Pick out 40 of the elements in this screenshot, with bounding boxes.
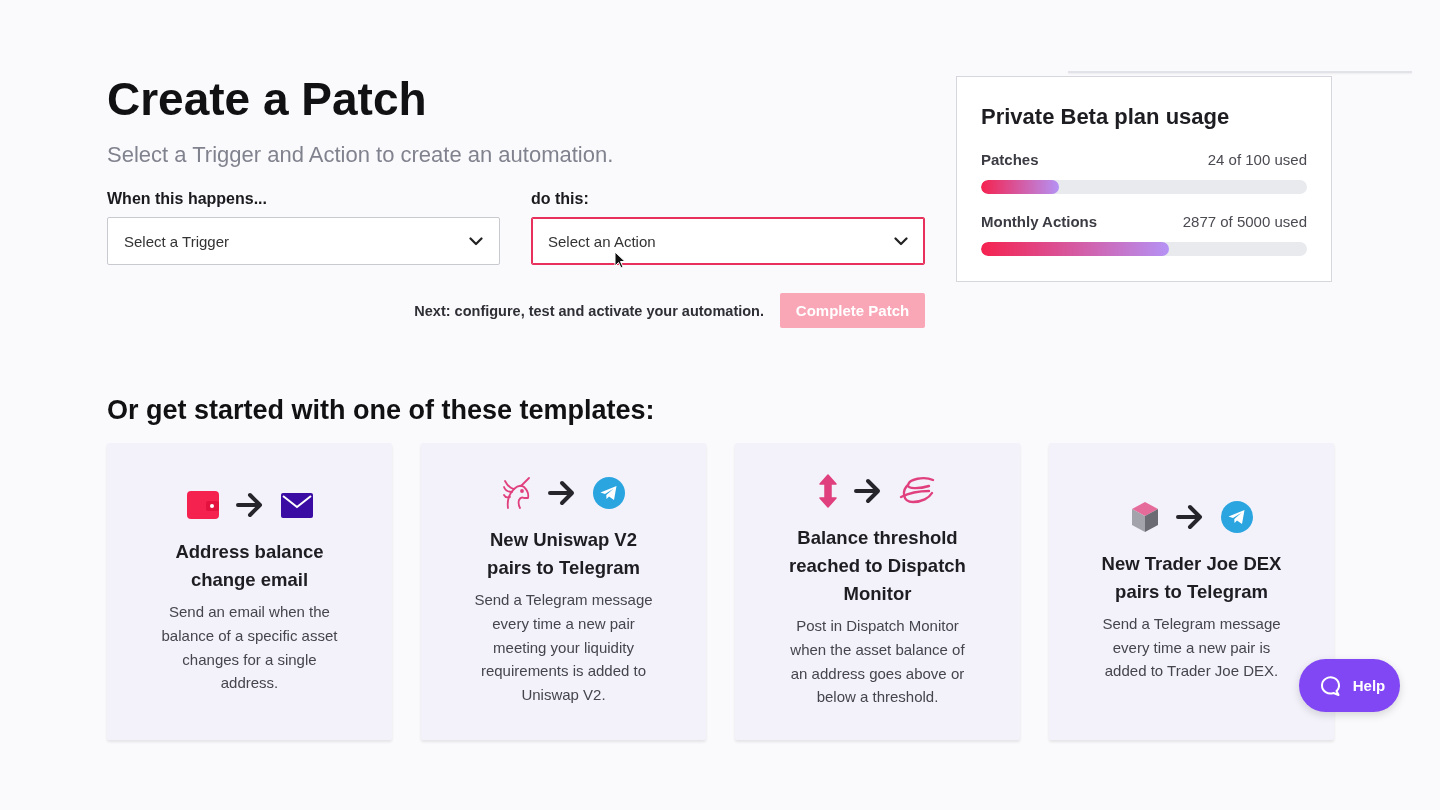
meter-reading: 2877 of 5000 used <box>1182 212 1307 232</box>
template-card[interactable]: New Uniswap V2 pairs to Telegram Send a Telegram message every time a new pair meeting your liquidity requirements is added to Uniswap V2. <box>421 443 706 740</box>
next-step-hint: Next: configure, test and activate your automation. <box>414 302 764 319</box>
template-title: Balance threshold reached to Dispatch Monitor <box>788 526 967 607</box>
arrow-right-icon <box>853 478 882 505</box>
pointer-cursor-icon <box>614 251 626 269</box>
field-label: do this: <box>531 189 589 209</box>
help-button[interactable]: Help <box>1299 659 1400 712</box>
field-label: When this happens... <box>107 189 267 209</box>
select-dropdown[interactable]: Select a Trigger <box>107 217 500 265</box>
meter-label: Patches <box>981 150 1039 170</box>
up-down-arrow-icon <box>818 474 837 509</box>
template-title: Address balance change email <box>174 540 325 593</box>
template-description: Send an email when the balance of a specific asset changes for a single address. <box>160 602 339 694</box>
page-title: Create a Patch <box>107 72 427 127</box>
cube-icon <box>1130 500 1159 533</box>
paper-plane-icon <box>1220 500 1253 533</box>
chevron-down-icon <box>894 236 908 246</box>
template-card[interactable]: Address balance change email Send an email when the balance of a specific asset changes for a single address. <box>107 443 392 740</box>
arrow-right-icon <box>235 492 264 519</box>
paper-plane-icon <box>592 477 625 510</box>
section-heading: Or get started with one of these templates: <box>107 394 655 427</box>
envelope-icon <box>280 492 313 518</box>
wallet-icon <box>186 491 219 520</box>
unicorn-icon <box>502 477 531 510</box>
template-description: Post in Dispatch Monitor when the asset balance of an address goes above or below a threshold. <box>789 616 966 708</box>
template-description: Send a Telegram message every time a new pair meeting your liquidity requirements is added to Uniswap V2. <box>473 590 654 706</box>
chevron-down-icon <box>469 236 483 246</box>
arrow-right-icon <box>1175 503 1204 530</box>
select-dropdown[interactable]: Select an Action <box>531 217 925 265</box>
usage-title: Private Beta plan usage <box>981 103 1231 131</box>
template-description: Send a Telegram message every time a new pair is added to Trader Joe DEX. <box>1101 613 1282 682</box>
template-title: New Uniswap V2 pairs to Telegram <box>486 528 641 581</box>
meter-reading: 24 of 100 used <box>1207 150 1307 170</box>
arrow-right-icon <box>547 480 576 507</box>
template-card[interactable]: New Trader Joe DEX pairs to Telegram Send a Telegram message every time a new pair is added to Trader Joe DEX. <box>1049 443 1334 740</box>
template-card[interactable]: Balance threshold reached to Dispatch Monitor Post in Dispatch Monitor when the asset balance of an address goes above or below a threshold. <box>735 443 1020 740</box>
meter-label: Monthly Actions <box>981 212 1098 232</box>
page-subtitle: Select a Trigger and Action to create an automation. <box>107 141 614 169</box>
template-title: New Trader Joe DEX pairs to Telegram <box>1100 551 1283 604</box>
